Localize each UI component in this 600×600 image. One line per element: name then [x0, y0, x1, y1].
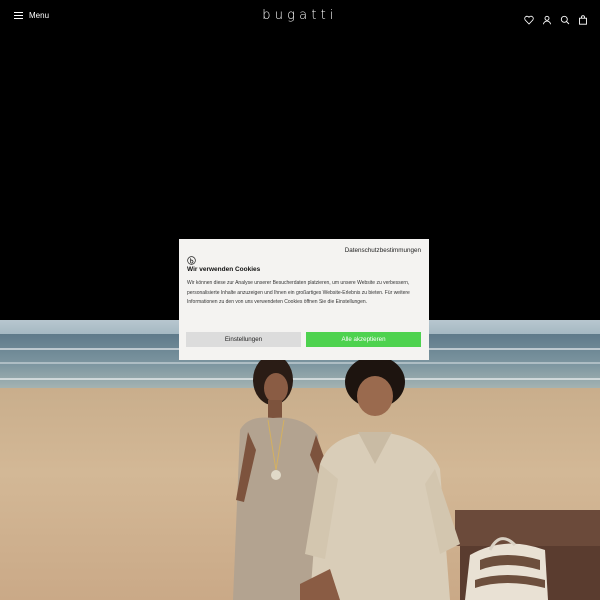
cookie-consent-dialog: Datenschutzbestimmungen Wir verwenden Co… — [179, 239, 429, 360]
cookie-dialog-title: Wir verwenden Cookies — [187, 266, 261, 273]
bag-icon[interactable] — [578, 12, 588, 25]
brand-logo[interactable]: bugatti — [0, 8, 600, 23]
header-actions — [524, 12, 588, 25]
bugatti-logo-icon — [187, 256, 196, 265]
settings-button[interactable]: Einstellungen — [186, 332, 301, 347]
accept-all-button[interactable]: Alle akzeptieren — [306, 332, 421, 347]
hero-image — [0, 320, 600, 600]
user-icon[interactable] — [542, 12, 552, 25]
cookie-dialog-text: Wir können diese zur Analyse unserer Bes… — [187, 280, 410, 305]
hero-bag — [465, 537, 548, 600]
model-man — [300, 356, 460, 600]
privacy-policy-link[interactable]: Datenschutzbestimmungen — [345, 247, 421, 254]
heart-icon[interactable] — [524, 12, 534, 25]
search-icon[interactable] — [560, 12, 570, 25]
site-header: Menu bugatti — [0, 0, 600, 34]
